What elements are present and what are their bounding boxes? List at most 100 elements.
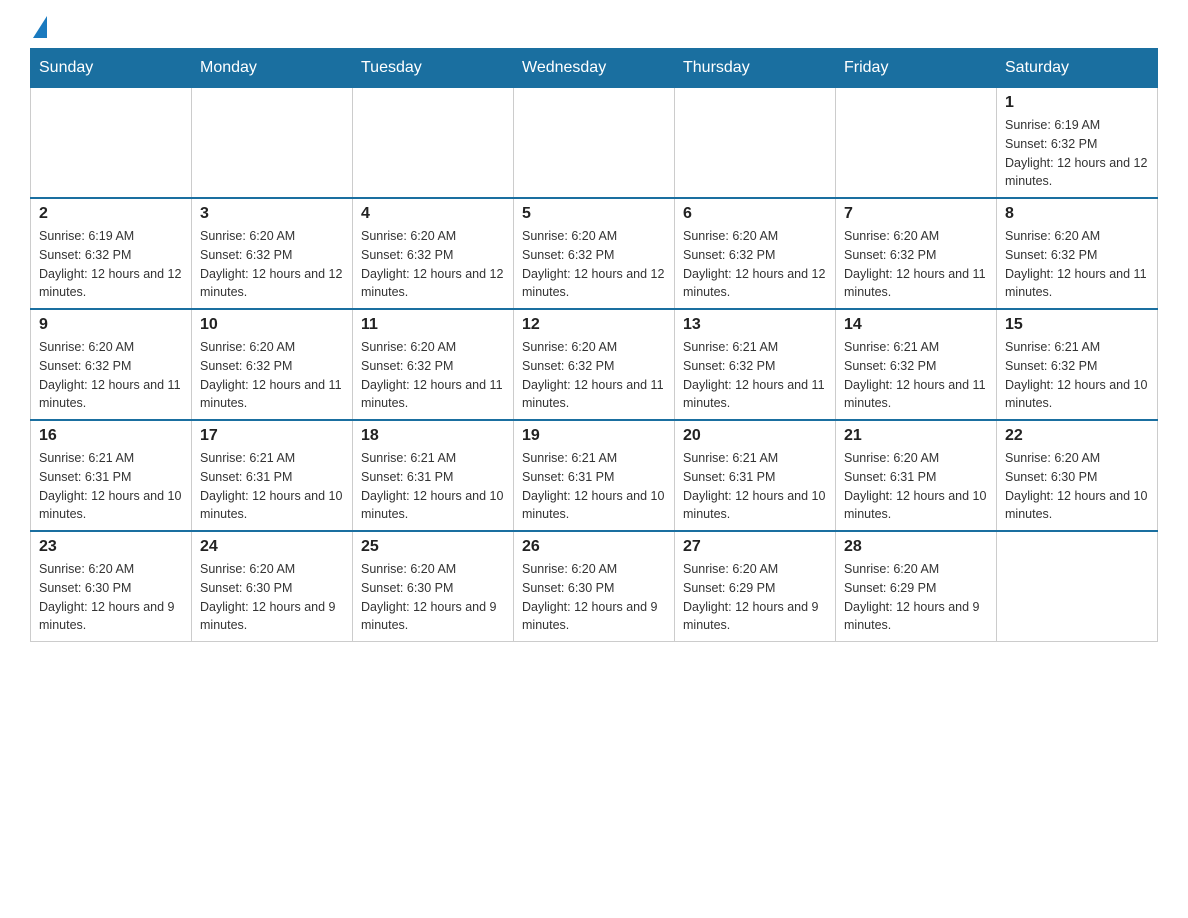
calendar-cell: 3 Sunrise: 6:20 AMSunset: 6:32 PMDaylight… [192,198,353,309]
day-info: Sunrise: 6:20 AMSunset: 6:30 PMDaylight:… [39,560,183,635]
day-number: 23 [39,538,183,556]
calendar-week-row: 1 Sunrise: 6:19 AMSunset: 6:32 PMDaylight… [31,88,1158,199]
day-number: 14 [844,316,988,334]
day-number: 7 [844,205,988,223]
day-info: Sunrise: 6:20 AMSunset: 6:29 PMDaylight:… [844,560,988,635]
weekday-header-sunday: Sunday [31,49,192,88]
calendar-table: SundayMondayTuesdayWednesdayThursdayFrid… [30,48,1158,642]
day-info: Sunrise: 6:20 AMSunset: 6:32 PMDaylight:… [522,338,666,413]
day-info: Sunrise: 6:21 AMSunset: 6:31 PMDaylight:… [39,449,183,524]
calendar-cell: 14 Sunrise: 6:21 AMSunset: 6:32 PMDayligh… [836,309,997,420]
calendar-cell: 17 Sunrise: 6:21 AMSunset: 6:31 PMDayligh… [192,420,353,531]
day-number: 27 [683,538,827,556]
day-number: 20 [683,427,827,445]
day-info: Sunrise: 6:20 AMSunset: 6:32 PMDaylight:… [200,227,344,302]
day-info: Sunrise: 6:20 AMSunset: 6:32 PMDaylight:… [522,227,666,302]
calendar-week-row: 23 Sunrise: 6:20 AMSunset: 6:30 PMDayligh… [31,531,1158,642]
day-number: 28 [844,538,988,556]
calendar-cell: 19 Sunrise: 6:21 AMSunset: 6:31 PMDayligh… [514,420,675,531]
day-info: Sunrise: 6:20 AMSunset: 6:32 PMDaylight:… [361,338,505,413]
calendar-cell: 8Sunrise: 6:20 AMSunset: 6:32 PMDaylight… [997,198,1158,309]
day-info: Sunrise: 6:21 AMSunset: 6:31 PMDaylight:… [683,449,827,524]
calendar-cell [836,88,997,199]
day-info: Sunrise: 6:20 AMSunset: 6:30 PMDaylight:… [522,560,666,635]
day-number: 5 [522,205,666,223]
day-info: Sunrise: 6:20 AMSunset: 6:32 PMDaylight:… [361,227,505,302]
day-info: Sunrise: 6:21 AMSunset: 6:31 PMDaylight:… [361,449,505,524]
calendar-cell: 24 Sunrise: 6:20 AMSunset: 6:30 PMDayligh… [192,531,353,642]
day-info: Sunrise: 6:20 AMSunset: 6:30 PMDaylight:… [361,560,505,635]
calendar-cell [353,88,514,199]
calendar-cell: 15Sunrise: 6:21 AMSunset: 6:32 PMDayligh… [997,309,1158,420]
day-number: 12 [522,316,666,334]
day-info: Sunrise: 6:20 AMSunset: 6:32 PMDaylight:… [39,338,183,413]
calendar-cell: 10 Sunrise: 6:20 AMSunset: 6:32 PMDayligh… [192,309,353,420]
calendar-cell: 4 Sunrise: 6:20 AMSunset: 6:32 PMDaylight… [353,198,514,309]
day-info: Sunrise: 6:21 AMSunset: 6:32 PMDaylight:… [683,338,827,413]
calendar-cell: 2 Sunrise: 6:19 AMSunset: 6:32 PMDaylight… [31,198,192,309]
day-number: 3 [200,205,344,223]
day-number: 13 [683,316,827,334]
calendar-cell [514,88,675,199]
calendar-week-row: 9 Sunrise: 6:20 AMSunset: 6:32 PMDaylight… [31,309,1158,420]
weekday-header-friday: Friday [836,49,997,88]
calendar-cell: 26 Sunrise: 6:20 AMSunset: 6:30 PMDayligh… [514,531,675,642]
day-number: 17 [200,427,344,445]
day-info: Sunrise: 6:20 AMSunset: 6:32 PMDaylight:… [844,227,988,302]
day-number: 10 [200,316,344,334]
logo [30,20,47,38]
day-info: Sunrise: 6:20 AMSunset: 6:31 PMDaylight:… [844,449,988,524]
day-number: 19 [522,427,666,445]
day-info: Sunrise: 6:20 AMSunset: 6:32 PMDaylight:… [1005,227,1149,302]
calendar-cell [675,88,836,199]
logo-triangle-icon [33,16,47,38]
day-number: 11 [361,316,505,334]
weekday-header-thursday: Thursday [675,49,836,88]
calendar-cell: 1 Sunrise: 6:19 AMSunset: 6:32 PMDaylight… [997,88,1158,199]
day-info: Sunrise: 6:20 AMSunset: 6:32 PMDaylight:… [200,338,344,413]
calendar-cell: 13 Sunrise: 6:21 AMSunset: 6:32 PMDayligh… [675,309,836,420]
calendar-cell: 22 Sunrise: 6:20 AMSunset: 6:30 PMDayligh… [997,420,1158,531]
day-info: Sunrise: 6:20 AMSunset: 6:30 PMDaylight:… [200,560,344,635]
weekday-header-saturday: Saturday [997,49,1158,88]
day-number: 4 [361,205,505,223]
weekday-header-wednesday: Wednesday [514,49,675,88]
calendar-week-row: 2 Sunrise: 6:19 AMSunset: 6:32 PMDaylight… [31,198,1158,309]
day-number: 6 [683,205,827,223]
calendar-cell: 6Sunrise: 6:20 AMSunset: 6:32 PMDaylight… [675,198,836,309]
weekday-header-tuesday: Tuesday [353,49,514,88]
calendar-cell: 25 Sunrise: 6:20 AMSunset: 6:30 PMDayligh… [353,531,514,642]
day-info: Sunrise: 6:21 AMSunset: 6:31 PMDaylight:… [522,449,666,524]
day-number: 21 [844,427,988,445]
calendar-cell [192,88,353,199]
calendar-cell: 5 Sunrise: 6:20 AMSunset: 6:32 PMDaylight… [514,198,675,309]
weekday-header-monday: Monday [192,49,353,88]
day-info: Sunrise: 6:20 AMSunset: 6:29 PMDaylight:… [683,560,827,635]
calendar-week-row: 16 Sunrise: 6:21 AMSunset: 6:31 PMDayligh… [31,420,1158,531]
calendar-cell: 11 Sunrise: 6:20 AMSunset: 6:32 PMDayligh… [353,309,514,420]
day-number: 18 [361,427,505,445]
day-number: 2 [39,205,183,223]
day-number: 15 [1005,316,1149,334]
day-info: Sunrise: 6:21 AMSunset: 6:31 PMDaylight:… [200,449,344,524]
day-number: 24 [200,538,344,556]
day-info: Sunrise: 6:19 AMSunset: 6:32 PMDaylight:… [1005,116,1149,191]
day-info: Sunrise: 6:21 AMSunset: 6:32 PMDaylight:… [844,338,988,413]
day-number: 9 [39,316,183,334]
calendar-cell [31,88,192,199]
calendar-cell: 16 Sunrise: 6:21 AMSunset: 6:31 PMDayligh… [31,420,192,531]
calendar-header-row: SundayMondayTuesdayWednesdayThursdayFrid… [31,49,1158,88]
day-number: 22 [1005,427,1149,445]
day-number: 1 [1005,94,1149,112]
day-info: Sunrise: 6:20 AMSunset: 6:30 PMDaylight:… [1005,449,1149,524]
calendar-cell: 23 Sunrise: 6:20 AMSunset: 6:30 PMDayligh… [31,531,192,642]
calendar-cell: 27 Sunrise: 6:20 AMSunset: 6:29 PMDayligh… [675,531,836,642]
calendar-cell: 21 Sunrise: 6:20 AMSunset: 6:31 PMDayligh… [836,420,997,531]
day-info: Sunrise: 6:19 AMSunset: 6:32 PMDaylight:… [39,227,183,302]
calendar-cell: 9 Sunrise: 6:20 AMSunset: 6:32 PMDaylight… [31,309,192,420]
calendar-cell [997,531,1158,642]
day-number: 16 [39,427,183,445]
calendar-cell: 7 Sunrise: 6:20 AMSunset: 6:32 PMDaylight… [836,198,997,309]
day-number: 26 [522,538,666,556]
day-number: 25 [361,538,505,556]
